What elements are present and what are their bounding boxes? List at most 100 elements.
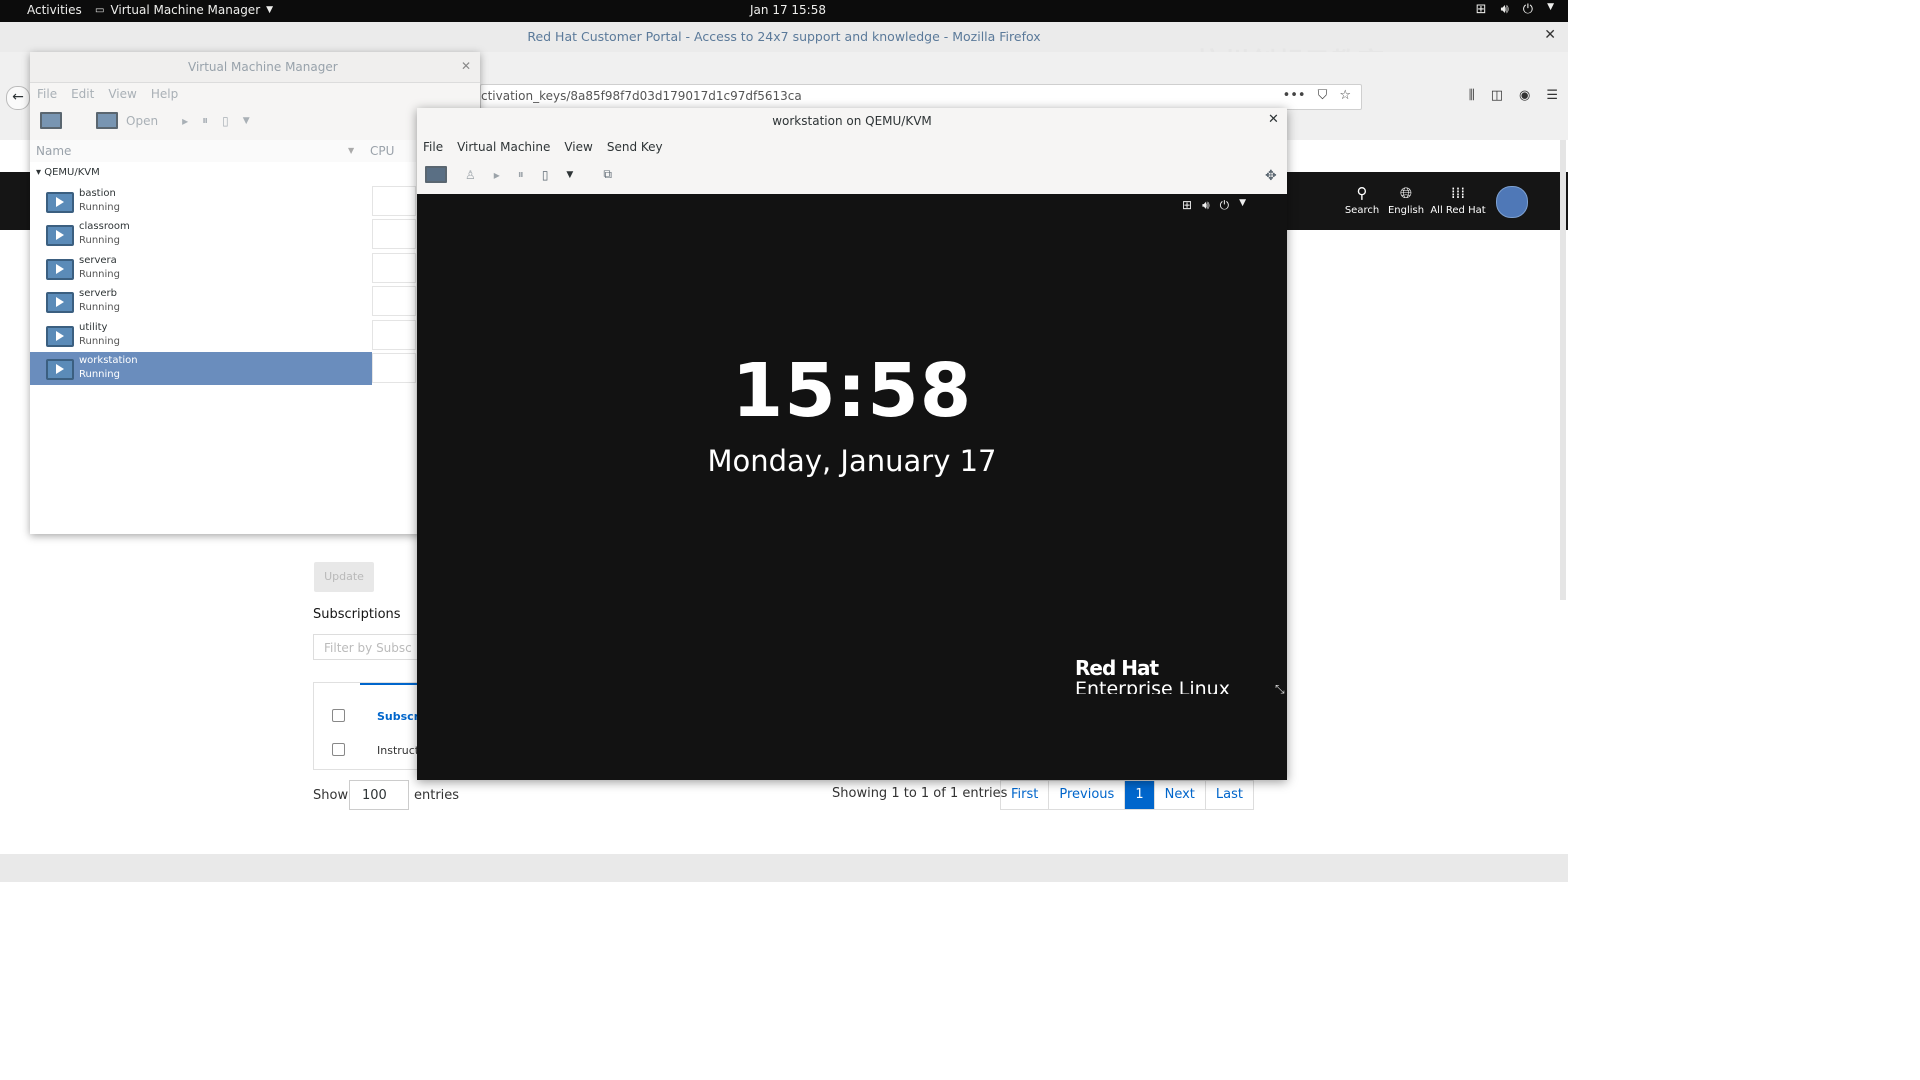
pocket-icon[interactable]: ⛉ xyxy=(1318,88,1328,103)
run-icon[interactable]: ▸ xyxy=(182,114,188,128)
cpu-usage-cell xyxy=(372,353,416,383)
shutdown-icon[interactable]: ▯ xyxy=(222,114,229,128)
showing-count: Showing 1 to 1 of 1 entries xyxy=(832,786,1008,801)
gnome-top-bar: Activities ▭ Virtual Machine Manager ▼ J… xyxy=(0,0,1568,22)
portal-language-button[interactable]: 🌐︎ English xyxy=(1376,184,1436,216)
close-icon[interactable]: ✕ xyxy=(461,59,471,73)
grid-icon: ⁞⁞⁞ xyxy=(1450,184,1466,202)
vm-running-icon xyxy=(46,292,74,313)
rhel-logo-line1: Red Hat xyxy=(1075,656,1159,680)
show-console-icon[interactable] xyxy=(425,166,447,183)
column-name[interactable]: Name xyxy=(36,144,71,158)
chevron-down-icon: ▼ xyxy=(348,146,355,155)
chevron-down-icon: ▼ xyxy=(266,5,274,15)
run-icon[interactable]: ▸ xyxy=(494,168,500,182)
url-bar[interactable]: ctivation_keys/8a85f98f7d03d179017d1c97d… xyxy=(480,84,1362,110)
vm-running-icon xyxy=(46,192,74,213)
resize-grip-icon[interactable]: ⤡ xyxy=(1275,682,1285,697)
vm-row-classroom[interactable]: classroom Running xyxy=(30,218,372,251)
clock[interactable]: Jan 17 15:58 xyxy=(750,3,826,17)
close-icon[interactable]: ✕ xyxy=(1544,27,1556,43)
snapshots-icon[interactable]: ⧉ xyxy=(603,167,612,182)
select-all-checkbox[interactable] xyxy=(332,709,345,722)
vm-row-servera[interactable]: servera Running xyxy=(30,252,372,285)
portal-all-redhat-label: All Red Hat xyxy=(1430,205,1486,216)
avatar[interactable] xyxy=(1496,186,1528,218)
vm-running-icon xyxy=(46,326,74,347)
subscriptions-table: Subscr Instruct xyxy=(313,682,425,770)
vm-row-serverb[interactable]: serverb Running xyxy=(30,285,372,318)
vm-list: ▾ QEMU/KVM bastion Running classroom Run… xyxy=(30,162,416,534)
close-icon[interactable]: ✕ xyxy=(1268,112,1279,127)
vm-running-icon xyxy=(46,359,74,380)
console-menu-send-key[interactable]: Send Key xyxy=(607,140,663,154)
lock-screen-clock: 15:58 xyxy=(731,348,973,434)
portal-all-redhat-button[interactable]: ⁞⁞⁞ All Red Hat xyxy=(1428,184,1488,216)
console-menu-virtual-machine[interactable]: Virtual Machine xyxy=(457,140,550,154)
url-text: ctivation_keys/8a85f98f7d03d179017d1c97d… xyxy=(481,89,802,103)
hamburger-menu-icon[interactable]: ☰ xyxy=(1546,88,1558,103)
chevron-down-icon[interactable]: ▼ xyxy=(566,170,573,180)
sidebar-icon[interactable]: ◫ xyxy=(1491,88,1503,103)
system-tray[interactable]: ⊞ 🔊︎ ⏻ ▼ xyxy=(1476,2,1554,17)
vm-name: serverb xyxy=(79,288,118,299)
table-header-subscription[interactable]: Subscr xyxy=(377,710,419,723)
lightbulb-icon[interactable]: ♙ xyxy=(465,168,476,182)
console-menu-file[interactable]: File xyxy=(423,140,443,154)
more-actions-icon[interactable]: ••• xyxy=(1283,88,1306,103)
vm-status: Running xyxy=(79,369,120,380)
vmm-menu-file[interactable]: File xyxy=(37,87,57,101)
pause-icon[interactable]: ⏸ xyxy=(202,113,208,128)
vmm-menu-edit[interactable]: Edit xyxy=(71,87,94,101)
vm-row-workstation[interactable]: workstation Running xyxy=(30,352,372,385)
pager-next[interactable]: Next xyxy=(1155,781,1206,809)
open-button[interactable]: Open xyxy=(96,112,158,129)
network-icon: ⊞ xyxy=(1475,2,1487,17)
vmm-app-icon: ▭ xyxy=(95,4,105,16)
vmm-toolbar: Open ▸ ⏸ ▯ ▼ xyxy=(40,112,250,129)
shutdown-icon[interactable]: ▯ xyxy=(542,168,549,182)
app-menu[interactable]: ▭ Virtual Machine Manager ▼ xyxy=(95,3,273,17)
pager-current-page[interactable]: 1 xyxy=(1125,781,1155,809)
subscription-filter-input[interactable]: Filter by Subsc xyxy=(313,634,423,660)
entries-per-page-select[interactable]: 100 xyxy=(349,780,409,810)
chevron-down-icon[interactable]: ▼ xyxy=(243,116,250,126)
vm-row-bastion[interactable]: bastion Running xyxy=(30,185,372,218)
vm-name: utility xyxy=(79,322,108,333)
new-vm-icon[interactable] xyxy=(40,112,62,129)
guest-system-tray[interactable]: ⊞ 🔊︎ ⏻ ▼ xyxy=(1182,198,1246,213)
pager-last[interactable]: Last xyxy=(1206,781,1253,809)
vm-name: workstation xyxy=(79,355,138,366)
vmm-titlebar: Virtual Machine Manager ✕ xyxy=(30,52,480,83)
row-checkbox[interactable] xyxy=(332,743,345,756)
vmm-menu-help[interactable]: Help xyxy=(151,87,178,101)
vm-status: Running xyxy=(79,302,120,313)
activities-button[interactable]: Activities xyxy=(27,3,82,17)
vm-running-icon xyxy=(46,259,74,280)
pager-previous[interactable]: Previous xyxy=(1049,781,1126,809)
vm-running-icon xyxy=(46,225,74,246)
vmm-window: Virtual Machine Manager ✕ File Edit View… xyxy=(30,52,480,534)
fullscreen-icon[interactable]: ✥ xyxy=(1265,168,1277,184)
power-icon: ⏻ xyxy=(1522,2,1534,17)
pager-first[interactable]: First xyxy=(1001,781,1050,809)
page-scrollbar[interactable] xyxy=(1560,140,1566,600)
vm-row-utility[interactable]: utility Running xyxy=(30,319,372,352)
library-icon[interactable]: ⫼ xyxy=(1469,88,1475,103)
account-icon[interactable]: ◉ xyxy=(1519,88,1530,103)
update-button[interactable]: Update xyxy=(314,562,374,592)
console-toolbar: ♙ ▸ ⏸ ▯ ▼ ⧉ ✥ xyxy=(417,160,1287,195)
cpu-usage-cell xyxy=(372,286,416,316)
entries-label: entries xyxy=(414,788,460,803)
pause-icon[interactable]: ⏸ xyxy=(518,167,524,182)
back-button[interactable]: ← xyxy=(6,86,30,110)
volume-icon: 🔊︎ xyxy=(1500,2,1509,17)
vmm-menu-view[interactable]: View xyxy=(108,87,136,101)
chevron-down-icon: ▼ xyxy=(1239,198,1247,208)
vmm-menubar: File Edit View Help xyxy=(37,87,178,101)
cpu-usage-cell xyxy=(372,253,416,283)
connection-group[interactable]: ▾ QEMU/KVM xyxy=(36,167,100,178)
bookmark-star-icon[interactable]: ☆ xyxy=(1339,88,1351,103)
console-menu-view[interactable]: View xyxy=(564,140,592,154)
power-icon: ⏻ xyxy=(1219,198,1230,212)
